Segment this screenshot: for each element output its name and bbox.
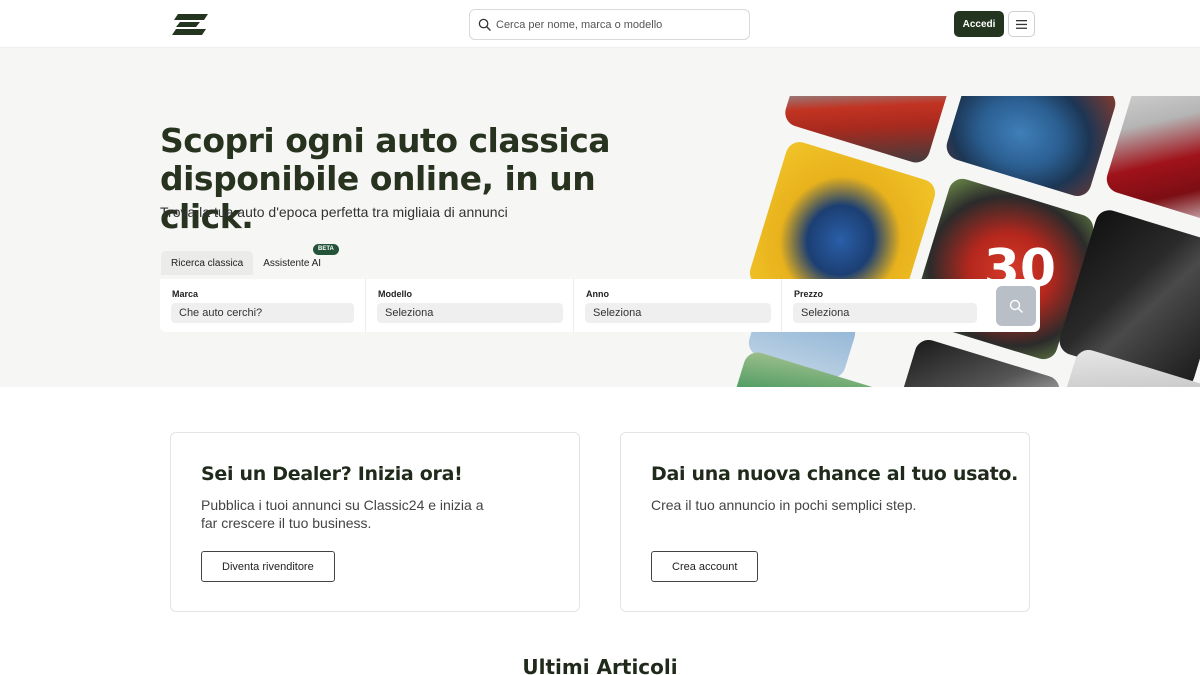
tab-classic-search[interactable]: Ricerca classica <box>161 251 254 275</box>
filter-price-label: Prezzo <box>794 289 824 299</box>
private-seller-card-title: Dai una nuova chance al tuo usato. <box>651 463 1019 485</box>
search-icon <box>1009 299 1023 313</box>
create-account-button[interactable]: Crea account <box>651 551 759 582</box>
search-input[interactable] <box>496 18 736 31</box>
login-button[interactable]: Accedi <box>954 11 1004 37</box>
menu-button[interactable] <box>1008 11 1035 37</box>
filter-model: Modello Seleziona <box>366 279 574 332</box>
private-seller-card: Dai una nuova chance al tuo usato. Crea … <box>620 432 1030 612</box>
private-seller-card-text: Crea il tuo annuncio in pochi semplici s… <box>651 497 917 513</box>
logo-icon[interactable] <box>172 14 208 35</box>
photo-tile-red-alfa <box>1103 96 1200 227</box>
filter-year: Anno Seleziona <box>574 279 782 332</box>
filter-brand-label: Marca <box>172 289 199 299</box>
search-bar[interactable] <box>469 9 750 40</box>
search-filter-bar: Marca Che auto cerchi? Modello Seleziona… <box>160 279 1040 332</box>
beta-badge: BETA <box>313 244 339 255</box>
hero-subtitle: Trova la tua auto d'epoca perfetta tra m… <box>160 204 508 220</box>
search-mode-tabs: Ricerca classica Assistente AI <box>161 251 331 275</box>
search-icon <box>478 18 491 31</box>
price-select[interactable]: Seleziona <box>793 303 977 323</box>
hero-section: Scopri ogni auto classica disponibile on… <box>0 48 1200 387</box>
site-header: Accedi <box>0 0 1200 48</box>
become-dealer-button[interactable]: Diventa rivenditore <box>201 551 335 582</box>
dealer-card-text-line1: Pubblica i tuoi annunci su Classic24 e i… <box>201 497 484 513</box>
filter-brand: Marca Che auto cerchi? <box>160 279 366 332</box>
hamburger-icon <box>1016 19 1027 29</box>
car-photo-collage: 30 <box>700 96 1200 387</box>
dealer-card-text: Pubblica i tuoi annunci su Classic24 e i… <box>201 496 484 532</box>
brand-input[interactable]: Che auto cerchi? <box>171 303 354 323</box>
dealer-card-text-line2: far crescere il tuo business. <box>201 515 372 531</box>
model-select[interactable]: Seleziona <box>377 303 563 323</box>
dealer-card: Sei un Dealer? Inizia ora! Pubblica i tu… <box>170 432 580 612</box>
search-submit-button[interactable] <box>996 286 1036 326</box>
year-select[interactable]: Seleziona <box>585 303 771 323</box>
filter-year-label: Anno <box>586 289 609 299</box>
latest-articles-title: Ultimi Articoli <box>522 655 678 675</box>
dealer-card-title: Sei un Dealer? Inizia ora! <box>201 463 463 485</box>
filter-model-label: Modello <box>378 289 412 299</box>
